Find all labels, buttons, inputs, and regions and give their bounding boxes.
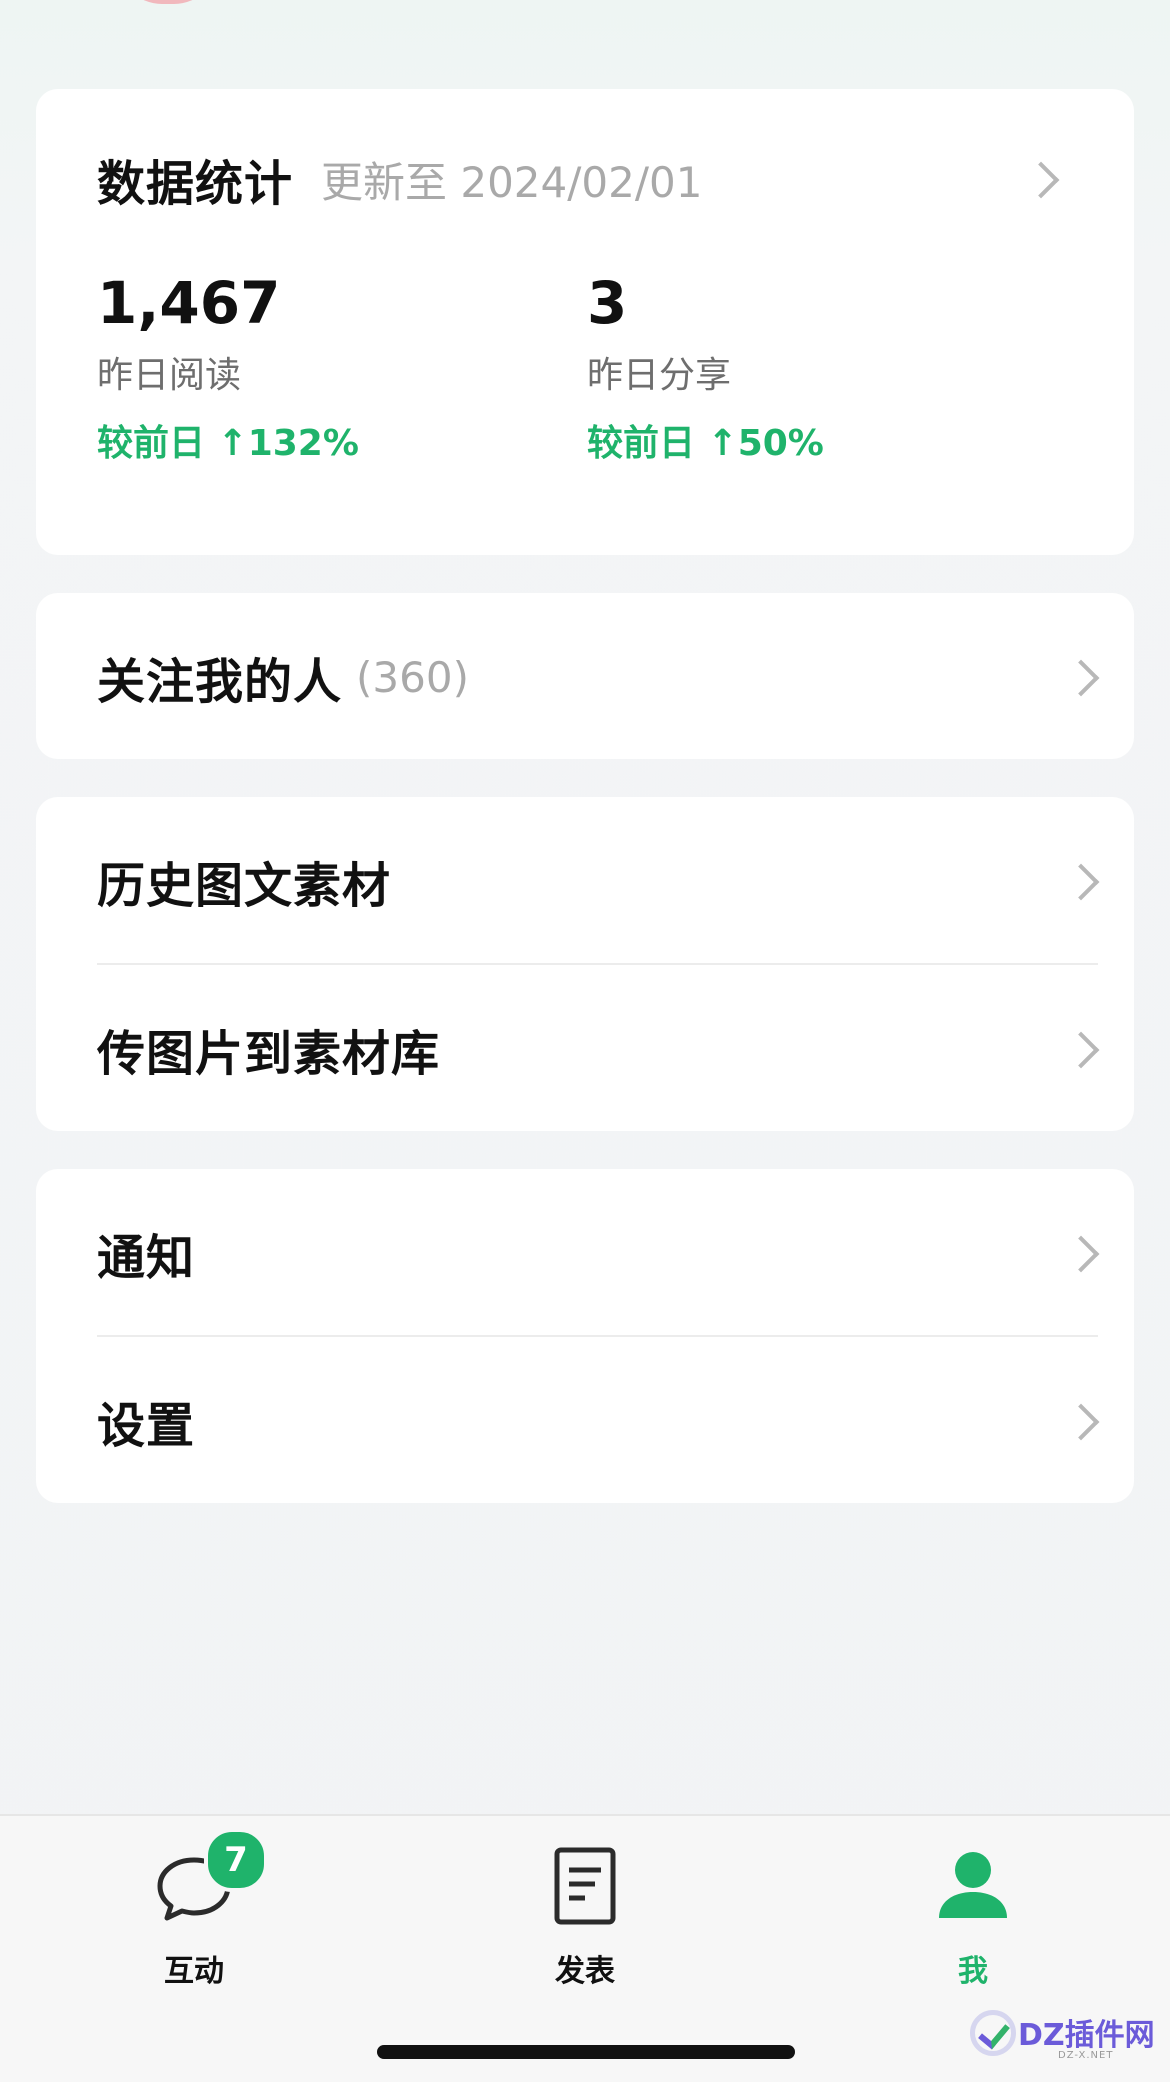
chevron-right-icon: [1062, 659, 1100, 697]
chevron-right-icon: [1022, 161, 1060, 199]
stat-value: 3: [587, 269, 628, 337]
watermark-logo: DZ插件网 DZ-X.NET: [970, 2008, 1160, 2068]
materials-card: 历史图文素材 传图片到素材库: [36, 797, 1134, 1131]
stats-card[interactable]: 数据统计 更新至 2024/02/01 1,467 昨日阅读 较前日 ↑132%…: [36, 89, 1134, 555]
tab-interact[interactable]: 7 互动: [94, 1828, 294, 1989]
chevron-right-icon: [1062, 863, 1100, 901]
stat-yesterday-shares: 3 昨日分享 较前日 ↑50%: [587, 269, 1007, 467]
person-icon: [939, 1852, 1007, 1918]
check-logo-icon: [970, 2010, 1016, 2056]
upload-image-row[interactable]: 传图片到素材库: [36, 965, 1134, 1133]
stat-change: 较前日 ↑50%: [587, 423, 824, 464]
chevron-right-icon: [1062, 1235, 1100, 1273]
chevron-right-icon: [1062, 1031, 1100, 1069]
followers-row[interactable]: 关注我的人 (360): [36, 593, 1134, 761]
tab-label: 我: [958, 1954, 988, 1989]
history-materials-row[interactable]: 历史图文素材: [36, 797, 1134, 965]
stat-label: 昨日阅读: [97, 355, 242, 396]
chevron-right-icon: [1062, 1403, 1100, 1441]
stat-change: 较前日 ↑132%: [97, 423, 359, 464]
settings-label: 设置: [97, 1398, 196, 1454]
notifications-label: 通知: [97, 1230, 196, 1286]
home-indicator: [377, 2045, 795, 2059]
settings-card: 通知 设置: [36, 1169, 1134, 1503]
followers-count: (360): [356, 652, 469, 702]
followers-card: 关注我的人 (360): [36, 593, 1134, 759]
stats-updated-date: 更新至 2024/02/01: [321, 157, 703, 207]
tab-me[interactable]: 我: [873, 1846, 1073, 1989]
followers-label: 关注我的人: [97, 654, 343, 710]
history-materials-label: 历史图文素材: [97, 858, 392, 914]
notifications-row[interactable]: 通知: [36, 1169, 1134, 1337]
upload-image-label: 传图片到素材库: [97, 1026, 441, 1082]
stats-title: 数据统计: [97, 156, 294, 212]
unread-badge: 7: [204, 1828, 268, 1892]
tab-label: 互动: [164, 1954, 224, 1989]
tab-label: 发表: [555, 1954, 615, 1989]
watermark-subtext: DZ-X.NET: [1058, 2050, 1114, 2061]
stat-value: 1,467: [97, 269, 281, 337]
document-icon: [554, 1847, 616, 1925]
tab-publish[interactable]: 发表: [485, 1846, 685, 1989]
stat-label: 昨日分享: [587, 355, 732, 396]
settings-row[interactable]: 设置: [36, 1337, 1134, 1505]
watermark-text: DZ插件网: [1018, 2018, 1155, 2053]
stats-header[interactable]: 数据统计 更新至 2024/02/01: [97, 147, 1094, 212]
avatar[interactable]: [118, 0, 218, 4]
stat-yesterday-reads: 1,467 昨日阅读 较前日 ↑132%: [97, 269, 517, 467]
